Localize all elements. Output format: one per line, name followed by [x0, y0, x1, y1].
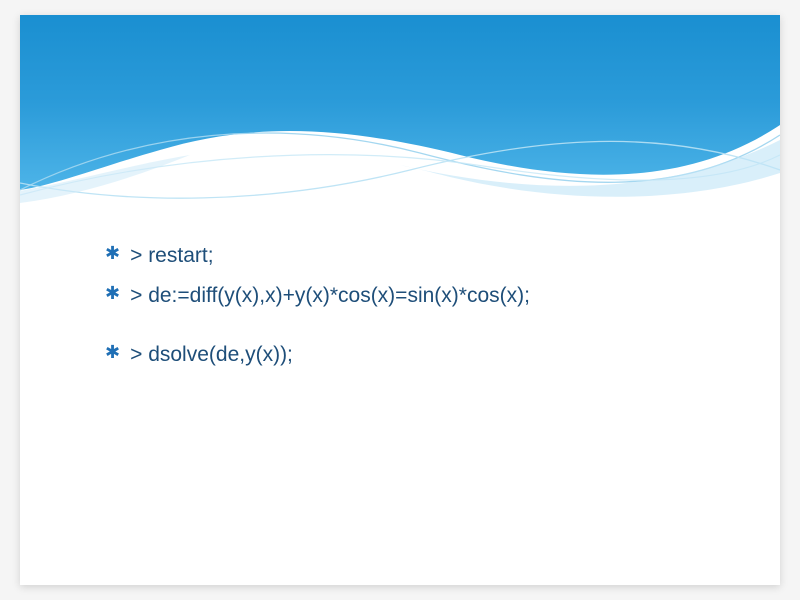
list-item-text: > dsolve(de,y(x));: [130, 339, 293, 371]
slide: ✱ > restart; ✱ > de:=diff(y(x),x)+y(x)*c…: [20, 15, 780, 585]
list-item: ✱ > restart;: [105, 240, 720, 272]
list-item-text: > de:=diff(y(x),x)+y(x)*cos(x)=sin(x)*co…: [130, 280, 530, 312]
asterisk-icon: ✱: [105, 240, 120, 267]
asterisk-icon: ✱: [105, 280, 120, 307]
list-item-text: > restart;: [130, 240, 213, 272]
list-item: ✱ > de:=diff(y(x),x)+y(x)*cos(x)=sin(x)*…: [105, 280, 720, 312]
wave-header: [20, 15, 780, 210]
wave-svg: [20, 15, 780, 210]
asterisk-icon: ✱: [105, 339, 120, 366]
list-item: ✱ > dsolve(de,y(x));: [105, 339, 720, 371]
bullet-list: ✱ > restart; ✱ > de:=diff(y(x),x)+y(x)*c…: [105, 240, 720, 379]
